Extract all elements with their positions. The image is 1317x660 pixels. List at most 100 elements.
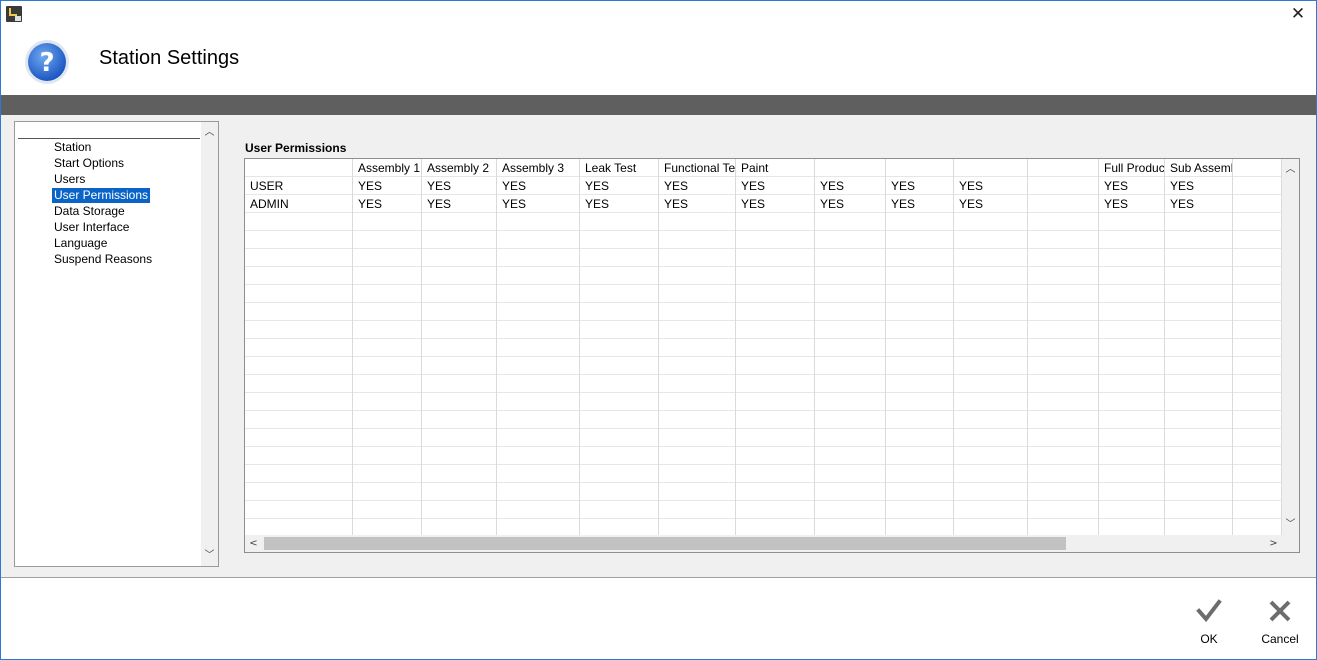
table-cell[interactable]: [353, 429, 421, 447]
ok-button[interactable]: OK: [1184, 598, 1234, 650]
permissions-table[interactable]: USER ADMIN Assembly 1 YES YES Assembly 2 YES YE…: [244, 158, 1300, 553]
table-cell[interactable]: [245, 249, 352, 267]
table-cell[interactable]: [954, 429, 1027, 447]
table-cell[interactable]: [580, 339, 658, 357]
table-cell[interactable]: [422, 303, 496, 321]
table-cell[interactable]: ADMIN: [245, 195, 352, 213]
table-cell[interactable]: [954, 375, 1027, 393]
table-cell[interactable]: [245, 429, 352, 447]
table-cell[interactable]: [815, 411, 885, 429]
scroll-right-icon[interactable]: >: [1265, 535, 1282, 552]
table-cell[interactable]: [1233, 411, 1281, 429]
table-cell[interactable]: [736, 447, 814, 465]
table-cell[interactable]: [954, 411, 1027, 429]
table-cell[interactable]: [1233, 519, 1281, 535]
table-cell[interactable]: YES: [815, 177, 885, 195]
table-cell[interactable]: [659, 519, 735, 535]
table-cell[interactable]: YES: [659, 177, 735, 195]
table-cell[interactable]: [954, 267, 1027, 285]
sidebar-item-start-options[interactable]: Start Options: [52, 156, 126, 171]
table-cell[interactable]: [886, 213, 953, 231]
table-cell[interactable]: USER: [245, 177, 352, 195]
table-cell[interactable]: [954, 393, 1027, 411]
table-cell[interactable]: [1099, 357, 1164, 375]
table-cell[interactable]: [1099, 447, 1164, 465]
scroll-left-icon[interactable]: <: [245, 535, 262, 552]
table-cell[interactable]: [497, 429, 579, 447]
column-header[interactable]: Leak Test: [580, 159, 658, 177]
table-cell[interactable]: [1233, 285, 1281, 303]
table-cell[interactable]: [245, 231, 352, 249]
table-cell[interactable]: YES: [659, 195, 735, 213]
table-cell[interactable]: [815, 501, 885, 519]
table-cell[interactable]: [659, 375, 735, 393]
table-cell[interactable]: [815, 483, 885, 501]
table-cell[interactable]: [1099, 213, 1164, 231]
table-cell[interactable]: [1028, 393, 1098, 411]
table-cell[interactable]: YES: [422, 195, 496, 213]
table-cell[interactable]: [954, 249, 1027, 267]
table-cell[interactable]: [422, 483, 496, 501]
table-cell[interactable]: [815, 303, 885, 321]
table-cell[interactable]: [1099, 303, 1164, 321]
table-cell[interactable]: [736, 465, 814, 483]
table-cell[interactable]: [815, 393, 885, 411]
table-cell[interactable]: [954, 303, 1027, 321]
table-cell[interactable]: [736, 411, 814, 429]
table-cell[interactable]: [954, 501, 1027, 519]
table-cell[interactable]: [1165, 447, 1232, 465]
table-cell[interactable]: [1233, 303, 1281, 321]
table-cell[interactable]: [736, 375, 814, 393]
table-cell[interactable]: [1028, 519, 1098, 535]
table-cell[interactable]: YES: [954, 195, 1027, 213]
table-cell[interactable]: [886, 393, 953, 411]
table-cell[interactable]: [886, 483, 953, 501]
table-cell[interactable]: [1165, 519, 1232, 535]
table-cell[interactable]: [815, 321, 885, 339]
table-cell[interactable]: [1233, 249, 1281, 267]
table-cell[interactable]: [954, 321, 1027, 339]
table-cell[interactable]: [954, 357, 1027, 375]
table-cell[interactable]: [245, 501, 352, 519]
table-cell[interactable]: [497, 267, 579, 285]
table-cell[interactable]: [954, 213, 1027, 231]
table-cell[interactable]: [736, 267, 814, 285]
table-cell[interactable]: [1165, 393, 1232, 411]
sidebar-item-user-interface[interactable]: User Interface: [52, 220, 131, 235]
table-cell[interactable]: [659, 393, 735, 411]
table-cell[interactable]: [736, 519, 814, 535]
table-cell[interactable]: [736, 393, 814, 411]
table-cell[interactable]: [580, 393, 658, 411]
table-cell[interactable]: [497, 285, 579, 303]
sidebar-item-data-storage[interactable]: Data Storage: [52, 204, 127, 219]
table-cell[interactable]: [815, 249, 885, 267]
table-cell[interactable]: [736, 285, 814, 303]
horizontal-scroll-thumb[interactable]: [264, 537, 1066, 550]
table-cell[interactable]: [497, 357, 579, 375]
table-cell[interactable]: [422, 357, 496, 375]
table-cell[interactable]: [245, 375, 352, 393]
table-cell[interactable]: [422, 447, 496, 465]
table-cell[interactable]: [1165, 285, 1232, 303]
table-cell[interactable]: [497, 393, 579, 411]
table-cell[interactable]: [736, 249, 814, 267]
table-cell[interactable]: [1165, 321, 1232, 339]
table-cell[interactable]: [353, 375, 421, 393]
table-cell[interactable]: [1028, 465, 1098, 483]
tree-scrollbar[interactable]: ︿ ﹀: [201, 122, 218, 566]
table-cell[interactable]: YES: [580, 195, 658, 213]
table-cell[interactable]: [1099, 267, 1164, 285]
table-cell[interactable]: [1099, 429, 1164, 447]
table-cell[interactable]: YES: [1165, 195, 1232, 213]
table-cell[interactable]: [1028, 213, 1098, 231]
sidebar-item-users[interactable]: Users: [52, 172, 87, 187]
table-cell[interactable]: [659, 357, 735, 375]
table-cell[interactable]: [1028, 483, 1098, 501]
column-header[interactable]: Assembly 3: [497, 159, 579, 177]
table-cell[interactable]: [659, 303, 735, 321]
table-cell[interactable]: [245, 267, 352, 285]
table-cell[interactable]: [245, 357, 352, 375]
table-cell[interactable]: [1233, 231, 1281, 249]
table-cell[interactable]: [353, 357, 421, 375]
table-cell[interactable]: [886, 429, 953, 447]
